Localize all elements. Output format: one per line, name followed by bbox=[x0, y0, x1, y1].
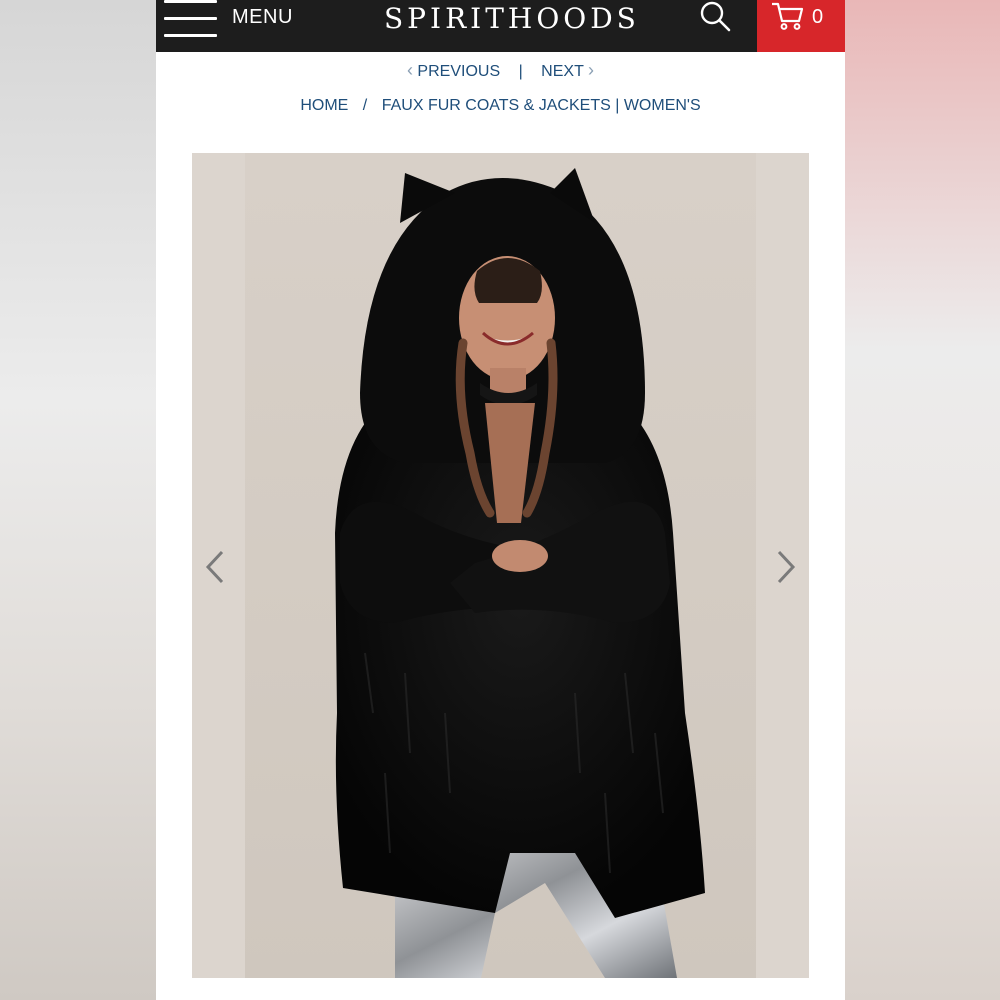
background-right bbox=[845, 0, 1000, 1000]
next-label: NEXT bbox=[541, 63, 584, 80]
brand-logo[interactable]: SPIRITHOODS bbox=[384, 2, 640, 35]
search-icon[interactable] bbox=[698, 0, 732, 34]
previous-link[interactable]: ‹ PREVIOUS bbox=[407, 60, 500, 81]
pager-separator: | bbox=[518, 63, 523, 80]
menu-button[interactable]: MENU bbox=[232, 6, 293, 29]
previous-label: PREVIOUS bbox=[417, 63, 501, 80]
next-link[interactable]: NEXT › bbox=[541, 60, 594, 81]
chevron-left-icon: ‹ bbox=[406, 60, 413, 80]
breadcrumb-category[interactable]: FAUX FUR COATS & JACKETS | WOMEN'S bbox=[382, 97, 701, 114]
product-image-gallery bbox=[192, 153, 809, 978]
chevron-right-icon bbox=[777, 550, 796, 584]
breadcrumb: HOME / FAUX FUR COATS & JACKETS | WOMEN'… bbox=[156, 97, 845, 115]
background-left bbox=[0, 0, 156, 1000]
chevron-left-icon bbox=[205, 550, 224, 584]
hamburger-icon[interactable] bbox=[164, 0, 220, 46]
gallery-prev-button[interactable] bbox=[204, 549, 226, 585]
gallery-next-button[interactable] bbox=[775, 549, 797, 585]
cart-count-badge: 0 bbox=[812, 6, 824, 28]
model-fur-coat-image bbox=[335, 168, 705, 978]
product-photo[interactable] bbox=[245, 153, 756, 978]
cart-icon bbox=[771, 1, 805, 31]
breadcrumb-home[interactable]: HOME bbox=[300, 97, 348, 114]
mobile-page: MENU SPIRITHOODS 0 ‹ PREVIOUS | NEXT › H… bbox=[156, 0, 845, 1000]
product-pager: ‹ PREVIOUS | NEXT › bbox=[156, 60, 845, 81]
cart-button[interactable]: 0 bbox=[757, 0, 845, 52]
chevron-right-icon: › bbox=[588, 60, 595, 80]
top-nav-bar: MENU SPIRITHOODS 0 bbox=[156, 0, 845, 52]
breadcrumb-separator: / bbox=[362, 97, 368, 114]
